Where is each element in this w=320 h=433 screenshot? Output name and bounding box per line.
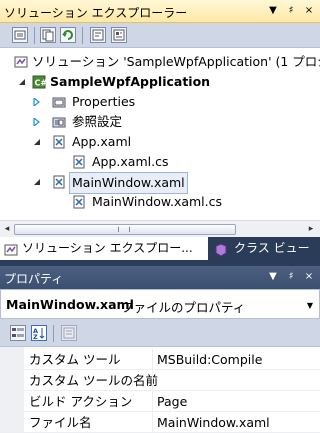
tree-item-label: MainWindow.xaml.cs [92, 194, 223, 209]
scrollbar-grip-icon [118, 227, 130, 232]
explorer-tab-strip: ソリューション エクスプロー... クラス ビュー [0, 237, 320, 262]
svg-text:Z: Z [33, 333, 38, 340]
properties-title: プロパティ [4, 272, 64, 286]
toolbar-separator [34, 27, 35, 44]
csharp-file-icon [72, 195, 86, 209]
tree-item-label: SampleWpfApplication [50, 74, 211, 89]
object-kind: ファイルのプロパティ [121, 300, 246, 315]
window-position-dropdown-icon[interactable]: ▼ [265, 269, 281, 285]
refresh-icon[interactable] [60, 27, 76, 43]
property-value[interactable]: MSBuild:Compile [157, 349, 262, 370]
scrollbar-thumb[interactable] [14, 224, 236, 235]
auto-hide-pin-icon[interactable]: ♯ [283, 3, 299, 19]
csharp-project-icon: C# [32, 75, 47, 89]
column-divider [152, 391, 153, 412]
property-pages-icon[interactable] [61, 325, 77, 341]
collapse-arrow-icon[interactable] [33, 178, 41, 186]
property-row[interactable]: カスタム ツール MSBuild:Compile [0, 349, 320, 370]
tab-label: クラス ビュー [234, 241, 310, 255]
tree-item-label: App.xaml.cs [92, 154, 169, 169]
properties-toolbar-icon[interactable] [12, 27, 28, 43]
scroll-left-icon[interactable]: ◂ [2, 224, 12, 234]
property-row[interactable]: ビルド アクション Page [0, 391, 320, 412]
property-value[interactable]: MainWindow.xaml [157, 412, 270, 433]
properties-folder-icon [52, 95, 66, 109]
property-name: カスタム ツール [29, 352, 121, 367]
tree-item-label: App.xaml [72, 134, 132, 149]
solution-explorer-toolbar [0, 23, 320, 48]
object-name: MainWindow.xaml [6, 297, 134, 312]
solution-icon [14, 55, 28, 69]
tab-solution-explorer[interactable]: ソリューション エクスプロー... [0, 237, 208, 260]
scroll-right-icon[interactable]: ▸ [306, 224, 316, 234]
expand-arrow-icon[interactable] [33, 98, 41, 106]
references-folder-icon [52, 115, 66, 129]
tab-class-view[interactable]: クラス ビュー [212, 237, 320, 260]
property-grid[interactable]: カスタム ツール MSBuild:Compile カスタム ツールの名前 ビルド… [0, 347, 320, 433]
xaml-file-icon [52, 175, 66, 189]
property-name: ビルド アクション [29, 394, 133, 409]
categorized-icon[interactable] [10, 325, 26, 341]
toolbar-separator [53, 325, 54, 342]
tree-item-label: ソリューション 'SampleWpfApplication' (1 プロジ [32, 54, 320, 69]
column-divider [152, 349, 153, 370]
solution-explorer-title: ソリューション エクスプローラー [4, 6, 188, 20]
property-name: ファイル名 [29, 415, 92, 430]
class-view-icon [214, 242, 228, 257]
csharp-file-icon [72, 155, 86, 169]
auto-hide-pin-icon[interactable]: ♯ [283, 269, 299, 285]
alphabetical-sort-icon[interactable]: AZ [31, 325, 47, 341]
show-all-files-icon[interactable] [40, 27, 56, 43]
tree-item-label: 参照設定 [72, 114, 123, 129]
window-position-dropdown-icon[interactable]: ▼ [265, 3, 281, 19]
properties-title-bar[interactable]: プロパティ ▼ ♯ × [0, 266, 320, 289]
tree-item-label: Properties [72, 94, 136, 109]
chevron-down-icon[interactable]: ▼ [307, 301, 313, 310]
object-selector-dropdown[interactable]: MainWindow.xaml ファイルのプロパティ ▼ [0, 289, 320, 319]
tree-item-label: MainWindow.xaml [69, 172, 188, 194]
tab-label: ソリューション エクスプロー... [22, 241, 193, 255]
column-divider [152, 412, 153, 433]
collapse-arrow-icon[interactable] [18, 78, 26, 86]
solution-explorer-title-bar[interactable]: ソリューション エクスプローラー ▼ ♯ × [0, 0, 320, 23]
collapse-arrow-icon[interactable] [33, 138, 41, 146]
property-name: カスタム ツールの名前 [29, 373, 158, 388]
toolbar-separator [82, 27, 83, 44]
properties-toolbar: AZ [0, 319, 320, 347]
horizontal-scrollbar[interactable]: ◂ ▸ [0, 220, 320, 237]
column-divider [152, 370, 153, 391]
view-designer-icon[interactable] [111, 27, 127, 43]
property-row[interactable]: カスタム ツールの名前 [0, 370, 320, 391]
expand-arrow-icon[interactable] [33, 118, 41, 126]
xaml-file-icon [52, 135, 66, 149]
property-row[interactable]: ファイル名 MainWindow.xaml [0, 412, 320, 433]
view-code-icon[interactable] [90, 27, 106, 43]
property-value[interactable]: Page [157, 391, 187, 412]
close-icon[interactable]: × [301, 3, 317, 19]
solution-explorer-icon [4, 242, 18, 256]
solution-tree[interactable]: ソリューション 'SampleWpfApplication' (1 プロジ C#… [0, 48, 320, 220]
svg-text:C#: C# [35, 79, 47, 88]
close-icon[interactable]: × [301, 269, 317, 285]
